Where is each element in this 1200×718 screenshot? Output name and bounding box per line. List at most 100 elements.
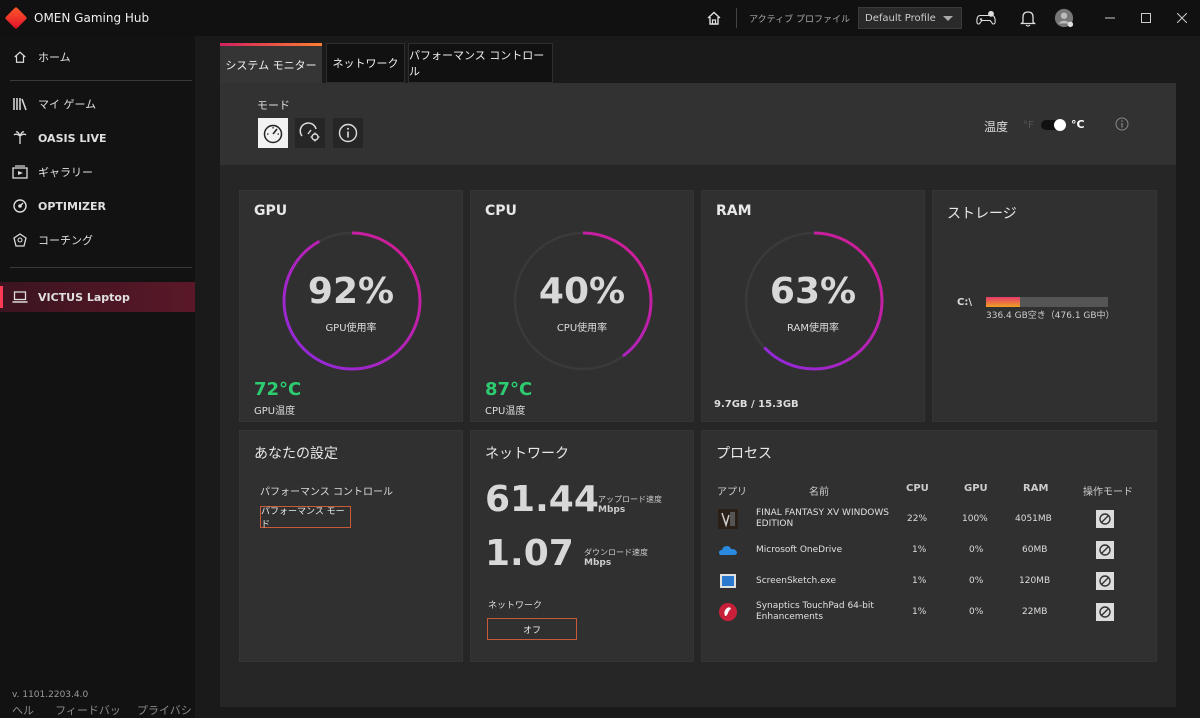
divider	[10, 267, 192, 268]
sidebar-item-my-games[interactable]: マイ ゲーム	[0, 89, 195, 119]
process-name: Synaptics TouchPad 64-bit Enhancements	[756, 601, 874, 622]
gamepad-icon[interactable]	[976, 8, 996, 28]
unit-celsius: °C	[1071, 118, 1085, 131]
operation-mode-button[interactable]	[1096, 603, 1114, 621]
header-mode: 操作モード	[1083, 487, 1133, 498]
settings-title: あなたの設定	[254, 446, 338, 462]
network-off-button[interactable]: オフ	[487, 618, 577, 640]
main-content: システム モニター ネットワーク パフォーマンス コントロール モード 温度 °…	[195, 36, 1200, 718]
header-gpu: GPU	[964, 483, 988, 494]
tab-system-monitor[interactable]: システム モニター	[220, 43, 322, 83]
sidebar-item-optimizer[interactable]: OPTIMIZER	[0, 191, 195, 221]
divider	[736, 8, 738, 28]
tab-performance-control[interactable]: パフォーマンス コントロール	[408, 43, 553, 83]
cpu-title: CPU	[485, 203, 517, 219]
info-icon	[338, 123, 358, 143]
upload-label-text: アップロード速度	[598, 495, 662, 504]
sidebar: ホーム マイ ゲーム OASIS LIVE ギャラリー OPTIMIZER コー…	[0, 36, 195, 718]
screensketch-icon	[720, 574, 736, 588]
process-cpu: 1%	[912, 545, 927, 555]
sidebar-item-label: OPTIMIZER	[38, 199, 107, 213]
chevron-down-icon	[943, 16, 953, 21]
temperature-label: 温度	[984, 120, 1009, 134]
storage-title: ストレージ	[947, 206, 1017, 222]
gpu-card: GPU 92% GPU使用率 72°C GPU温度	[239, 190, 463, 422]
sidebar-item-label: OASIS LIVE	[38, 131, 107, 145]
process-ram: 120MB	[1019, 576, 1051, 586]
profile-select[interactable]: Default Profile	[858, 7, 962, 29]
settings-card: あなたの設定 パフォーマンス コントロール パフォーマンス モード	[239, 430, 463, 662]
cpu-temp-label: CPU温度	[485, 406, 526, 417]
disabled-icon	[1099, 606, 1111, 618]
feedback-link[interactable]: フィードバック	[55, 702, 123, 718]
speedometer-icon	[263, 124, 283, 144]
sidebar-item-label: VICTUS Laptop	[38, 290, 130, 304]
minimize-button[interactable]	[1092, 0, 1128, 36]
mode-gauge-settings-button[interactable]	[295, 118, 325, 148]
upload-speed-value: 61.44	[485, 479, 599, 520]
table-row[interactable]: Synaptics TouchPad 64-bit Enhancements 1…	[702, 597, 1156, 627]
app-title: OMEN Gaming Hub	[34, 11, 150, 25]
synaptics-icon	[719, 603, 737, 621]
maximize-button[interactable]	[1128, 0, 1164, 36]
ram-card: RAM 63% RAM使用率 9.7GB / 15.3GB	[701, 190, 925, 422]
active-profile-label: アクティブ プロファイル	[749, 14, 850, 25]
sidebar-item-oasis-live[interactable]: OASIS LIVE	[0, 123, 195, 153]
table-row[interactable]: Microsoft OneDrive 1% 0% 60MB	[702, 535, 1156, 565]
button-label: パフォーマンス モード	[261, 507, 345, 530]
toggle-knob	[1054, 119, 1066, 131]
process-name: FINAL FANTASY XV WINDOWS EDITION	[756, 508, 889, 529]
oasis-icon	[12, 130, 28, 146]
table-row[interactable]: FINAL FANTASY XV WINDOWS EDITION 22% 100…	[702, 504, 1156, 534]
header-ram: RAM	[1023, 483, 1049, 494]
bell-icon[interactable]	[1018, 8, 1038, 28]
tab-label: ネットワーク	[332, 57, 399, 70]
tab-label: システム モニター	[225, 58, 317, 72]
drive-usage-bar	[986, 297, 1108, 307]
sidebar-item-coaching[interactable]: コーチング	[0, 225, 195, 255]
sidebar-item-label: ホーム	[38, 51, 71, 64]
help-link[interactable]: ヘルプ	[12, 702, 41, 718]
laptop-icon	[12, 289, 28, 305]
tab-label: パフォーマンス コントロール	[409, 49, 545, 78]
temperature-unit-toggle[interactable]	[1041, 119, 1066, 131]
process-ram: 4051MB	[1015, 514, 1052, 524]
operation-mode-button[interactable]	[1096, 510, 1114, 528]
cpu-card: CPU 40% CPU使用率 87°C CPU温度	[470, 190, 694, 422]
sidebar-item-label: ギャラリー	[38, 166, 93, 179]
operation-mode-button[interactable]	[1096, 572, 1114, 590]
gauge-gear-icon	[299, 122, 320, 142]
avatar-icon[interactable]	[1054, 8, 1074, 28]
table-row[interactable]: ScreenSketch.exe 1% 0% 120MB	[702, 566, 1156, 596]
sidebar-item-home[interactable]: ホーム	[0, 42, 195, 72]
omen-logo-icon	[4, 6, 28, 30]
operation-mode-button[interactable]	[1096, 541, 1114, 559]
privacy-link[interactable]: プライバシー	[137, 702, 195, 718]
gpu-title: GPU	[254, 203, 288, 219]
footer-links: ヘルプ フィードバック プライバシー	[12, 702, 195, 718]
mode-speedometer-button[interactable]	[258, 118, 288, 148]
home-icon[interactable]	[704, 8, 724, 28]
cpu-temp-value: 87°C	[485, 379, 533, 400]
unit-fahrenheit: °F	[1023, 120, 1034, 131]
process-title: プロセス	[716, 446, 772, 462]
download-unit: Mbps	[584, 558, 612, 568]
performance-mode-button[interactable]: パフォーマンス モード	[260, 506, 351, 530]
button-label: オフ	[522, 625, 541, 636]
download-label-text: ダウンロード速度	[584, 548, 648, 557]
sidebar-item-victus-laptop[interactable]: VICTUS Laptop	[0, 282, 195, 312]
mode-info-button[interactable]	[333, 118, 363, 148]
process-gpu: 0%	[969, 545, 984, 555]
header-cpu: CPU	[906, 483, 929, 494]
download-speed-label: ダウンロード速度 Mbps	[584, 548, 648, 568]
mode-label: モード	[257, 99, 290, 112]
optimizer-icon	[12, 198, 28, 214]
drive-usage-fill	[986, 297, 1021, 307]
tab-network[interactable]: ネットワーク	[326, 43, 405, 83]
upload-speed-label: アップロード速度 Mbps	[598, 495, 662, 515]
close-button[interactable]	[1164, 0, 1200, 36]
header-app: アプリ	[717, 487, 747, 498]
info-icon[interactable]	[1115, 117, 1129, 131]
sidebar-item-gallery[interactable]: ギャラリー	[0, 157, 195, 187]
coaching-icon	[12, 232, 28, 248]
